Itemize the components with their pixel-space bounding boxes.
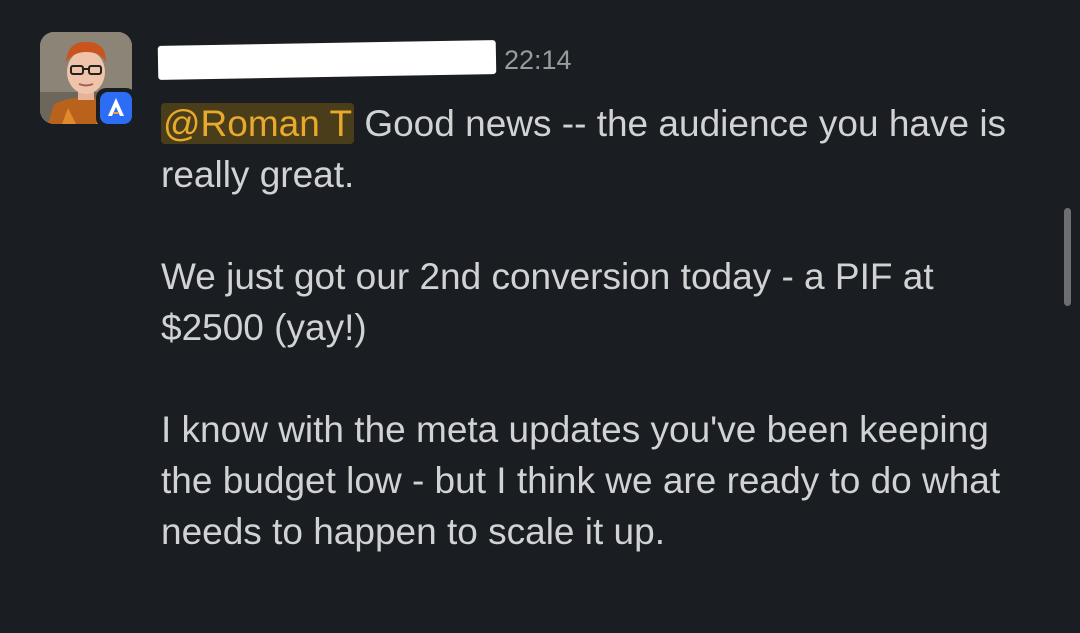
avatar-container[interactable] [40, 32, 136, 128]
message-timestamp[interactable]: 22:14 [504, 45, 572, 76]
user-mention[interactable]: @Roman T [161, 103, 355, 144]
redacted-author-name[interactable] [157, 40, 497, 80]
chat-message-view: 22:14 @Roman T Good news -- the audience… [0, 0, 1080, 633]
rocket-app-icon [100, 92, 132, 124]
message-paragraph: @Roman T Good news -- the audience you h… [161, 98, 1041, 200]
message-body: @Roman T Good news -- the audience you h… [161, 98, 1041, 557]
message-paragraph: We just got our 2nd conversion today - a… [161, 256, 934, 348]
scrollbar-thumb[interactable] [1064, 208, 1071, 306]
app-badge [96, 88, 136, 128]
message-paragraph: I know with the meta updates you've been… [161, 409, 1001, 552]
message-header: 22:14 [157, 38, 572, 82]
